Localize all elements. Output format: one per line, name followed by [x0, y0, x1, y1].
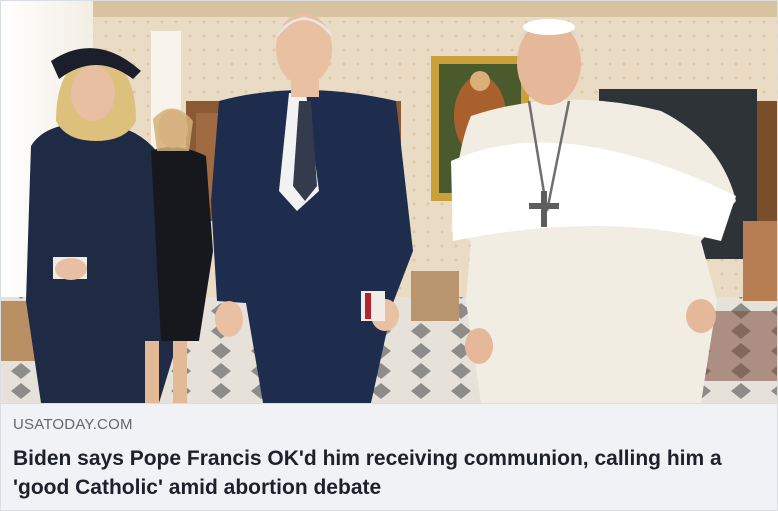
article-headline[interactable]: Biden says Pope Francis OK'd him receivi… [13, 444, 767, 502]
preview-image[interactable] [1, 1, 777, 403]
link-preview-meta[interactable]: USATODAY.COM Biden says Pope Francis OK'… [1, 403, 777, 510]
preview-photo-illustration [1, 1, 777, 403]
source-domain: USATODAY.COM [13, 416, 133, 433]
link-preview-card[interactable]: USATODAY.COM Biden says Pope Francis OK'… [0, 0, 778, 511]
